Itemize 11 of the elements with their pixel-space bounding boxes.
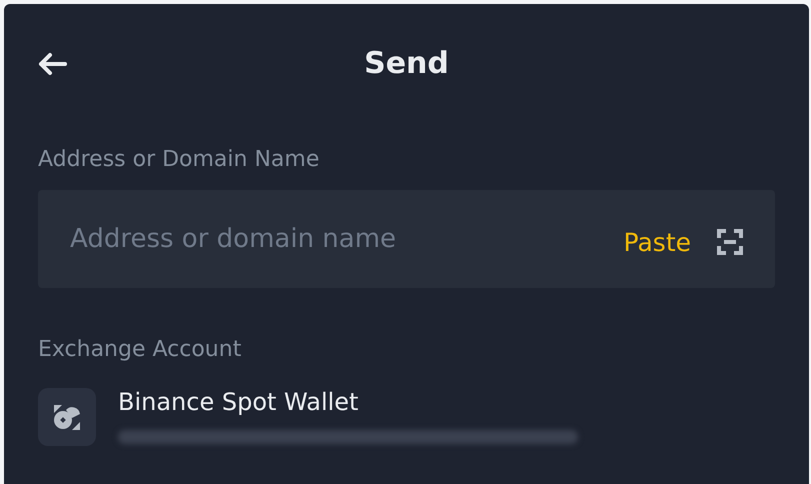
scan-button[interactable] xyxy=(715,227,745,257)
scan-icon xyxy=(716,228,744,256)
section-heading: Exchange Account xyxy=(38,336,242,364)
field-label: Address or Domain Name xyxy=(38,146,320,174)
page-title: Send xyxy=(364,45,449,83)
paste-button[interactable]: Paste xyxy=(624,226,691,260)
address-field[interactable]: Address or domain name Paste xyxy=(38,190,775,288)
account-item[interactable]: Binance Spot Wallet xyxy=(38,386,775,446)
wallet-icon xyxy=(38,388,96,446)
back-arrow-icon xyxy=(37,52,67,76)
account-name: Binance Spot Wallet xyxy=(118,387,360,418)
